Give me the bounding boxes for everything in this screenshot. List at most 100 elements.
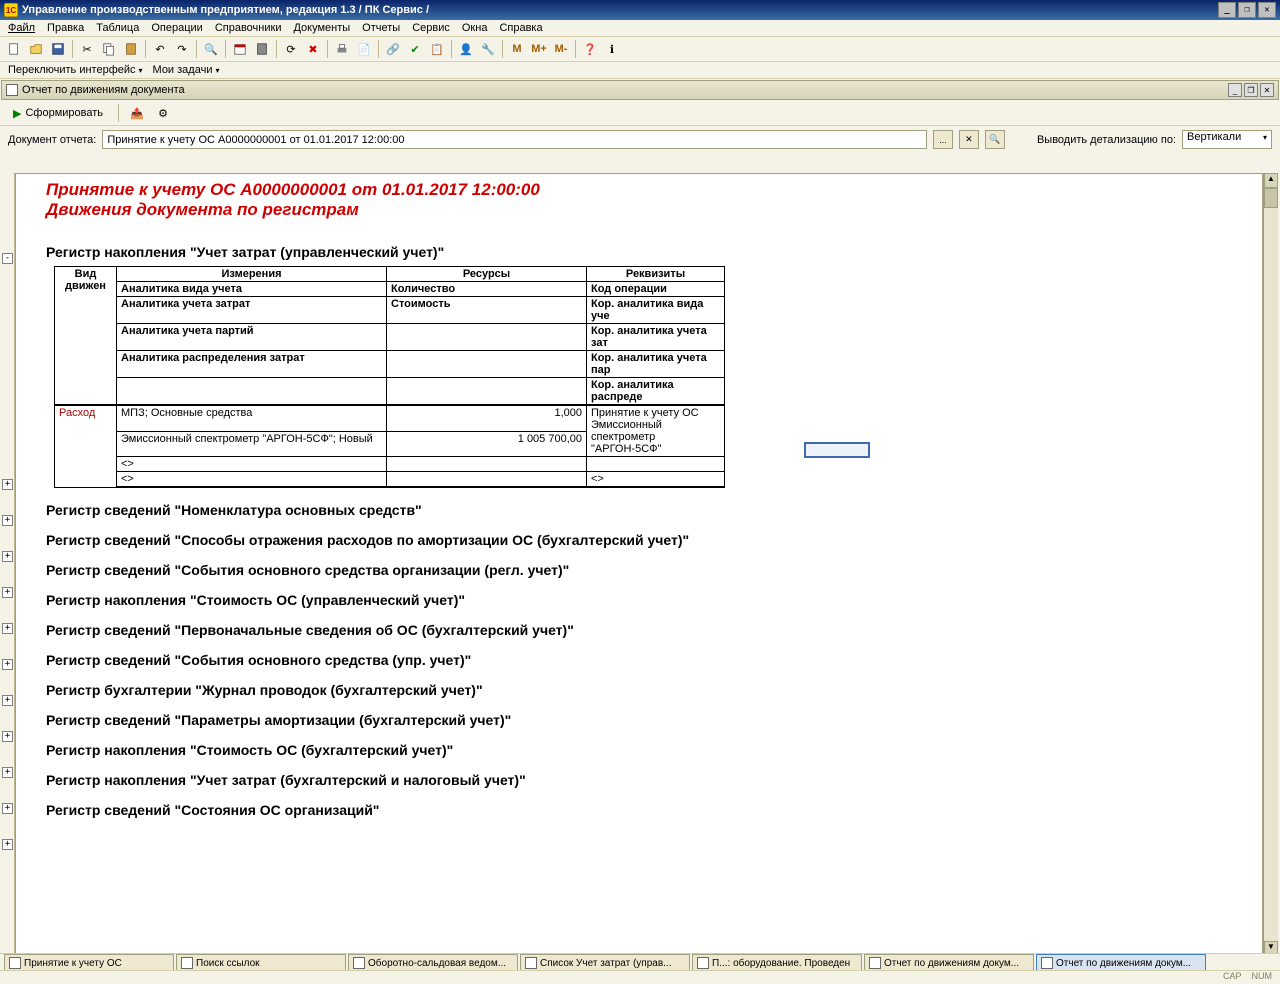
restore-button[interactable]: ❐ [1238, 2, 1256, 18]
redo-icon[interactable]: ↷ [172, 39, 192, 59]
menu-help[interactable]: Справка [499, 22, 542, 34]
scroll-up-button[interactable]: ▲ [1264, 173, 1278, 188]
check-icon[interactable]: ✔ [405, 39, 425, 59]
expand-node[interactable]: + [2, 515, 13, 526]
expand-node[interactable]: + [2, 659, 13, 670]
menu-catalogs[interactable]: Справочники [215, 22, 282, 34]
menu-edit[interactable]: Правка [47, 22, 84, 34]
doc-icon [181, 957, 193, 969]
col-kind: Вид движен [55, 267, 117, 406]
help-icon[interactable]: ❓ [580, 39, 600, 59]
vertical-scrollbar[interactable]: ▲ ▼ [1263, 173, 1278, 956]
refresh-icon[interactable]: ⟳ [281, 39, 301, 59]
scroll-thumb[interactable] [1264, 188, 1278, 208]
export-icon[interactable]: 📤 [127, 103, 147, 123]
statusbar: CAP NUM [0, 970, 1280, 984]
save-icon[interactable] [48, 39, 68, 59]
undo-icon[interactable]: ↶ [150, 39, 170, 59]
menubar: Файл Правка Таблица Операции Справочники… [0, 20, 1280, 37]
expand-node[interactable]: + [2, 767, 13, 778]
paste-icon[interactable] [121, 39, 141, 59]
user-icon[interactable]: 👤 [456, 39, 476, 59]
detail-label: Выводить детализацию по: [1037, 134, 1176, 146]
report-viewport[interactable]: Принятие к учету ОС А0000000001 от 01.01… [15, 173, 1263, 956]
m-minus-button[interactable]: M- [551, 39, 571, 59]
generate-button[interactable]: ▶Сформировать [6, 104, 110, 123]
about-icon[interactable]: ℹ [602, 39, 622, 59]
calc-icon[interactable] [252, 39, 272, 59]
clear-button[interactable]: ✕ [959, 130, 979, 149]
collapse-node[interactable]: - [2, 253, 13, 264]
document-toolbar: ▶Сформировать 📤 ⚙ [0, 101, 1280, 126]
app-title: Управление производственным предприятием… [22, 4, 429, 16]
expand-node[interactable]: + [2, 587, 13, 598]
report-title: Принятие к учету ОС А0000000001 от 01.01… [46, 180, 1232, 200]
doc-icon [869, 957, 881, 969]
find-icon[interactable]: 🔍 [201, 39, 221, 59]
cut-icon[interactable]: ✂ [77, 39, 97, 59]
expand-node[interactable]: + [2, 731, 13, 742]
movement-kind: Расход [55, 405, 117, 487]
tree-gutter: - + + + + + + + + + + + [2, 173, 15, 956]
register-heading: Регистр накопления "Учет затрат (бухгалт… [46, 772, 1232, 788]
stop-icon[interactable]: ✖ [303, 39, 323, 59]
m-plus-button[interactable]: M+ [529, 39, 549, 59]
selection-rectangle[interactable] [804, 442, 870, 458]
post-icon[interactable]: 📋 [427, 39, 447, 59]
expand-node[interactable]: + [2, 695, 13, 706]
col-res: Ресурсы [387, 267, 587, 282]
expand-node[interactable]: + [2, 839, 13, 850]
detail-select[interactable]: Вертикали [1182, 130, 1272, 149]
doc-icon [9, 957, 21, 969]
doc-close-button[interactable]: ✕ [1260, 83, 1274, 97]
col-dims: Измерения [117, 267, 387, 282]
app-icon: 1C [4, 3, 18, 17]
doc-icon [1041, 957, 1053, 969]
document-label: Документ отчета: [8, 134, 96, 146]
menu-service[interactable]: Сервис [412, 22, 450, 34]
menu-file[interactable]: Файл [8, 22, 35, 34]
m-button[interactable]: M [507, 39, 527, 59]
new-icon[interactable] [4, 39, 24, 59]
menu-documents[interactable]: Документы [293, 22, 350, 34]
titlebar: 1C Управление производственным предприят… [0, 0, 1280, 20]
menu-operations[interactable]: Операции [151, 22, 202, 34]
doc-icon [697, 957, 709, 969]
expand-node[interactable]: + [2, 479, 13, 490]
link-icon[interactable]: 🔗 [383, 39, 403, 59]
main-toolbar: ✂ ↶ ↷ 🔍 ⟳ ✖ 📄 🔗 ✔ 📋 👤 🔧 M M+ M- ❓ ℹ [0, 37, 1280, 62]
minimize-button[interactable]: _ [1218, 2, 1236, 18]
switch-interface-dropdown[interactable]: Переключить интерфейс [8, 64, 143, 76]
expand-node[interactable]: + [2, 623, 13, 634]
doc-minimize-button[interactable]: _ [1228, 83, 1242, 97]
print-icon[interactable] [332, 39, 352, 59]
doc-icon [525, 957, 537, 969]
close-button[interactable]: ✕ [1258, 2, 1276, 18]
document-window-title: Отчет по движениям документа [22, 84, 185, 96]
copy-icon[interactable] [99, 39, 119, 59]
menu-reports[interactable]: Отчеты [362, 22, 400, 34]
expand-node[interactable]: + [2, 803, 13, 814]
tool-icon[interactable]: 🔧 [478, 39, 498, 59]
parameter-row: Документ отчета: ... ✕ 🔍 Выводить детали… [0, 126, 1280, 153]
open-icon[interactable] [26, 39, 46, 59]
menu-table[interactable]: Таблица [96, 22, 139, 34]
secondary-toolbar: Переключить интерфейс Мои задачи [0, 62, 1280, 79]
document-window-titlebar: Отчет по движениям документа _ ❐ ✕ [1, 80, 1279, 100]
select-button[interactable]: ... [933, 130, 953, 149]
req-cell: Принятие к учету ОСЭмиссионный спектроме… [587, 405, 725, 457]
expand-node[interactable]: + [2, 551, 13, 562]
register-heading: Регистр накопления "Учет затрат (управле… [46, 244, 1232, 260]
menu-windows[interactable]: Окна [462, 22, 488, 34]
register-heading: Регистр сведений "События основного сред… [46, 652, 1232, 668]
open-doc-button[interactable]: 🔍 [985, 130, 1005, 149]
play-icon: ▶ [13, 107, 21, 120]
doc-restore-button[interactable]: ❐ [1244, 83, 1258, 97]
preview-icon[interactable]: 📄 [354, 39, 374, 59]
my-tasks-dropdown[interactable]: Мои задачи [153, 64, 220, 76]
register-heading: Регистр бухгалтерии "Журнал проводок (бу… [46, 682, 1232, 698]
settings-icon[interactable]: ⚙ [153, 103, 173, 123]
register-heading: Регистр сведений "Параметры амортизации … [46, 712, 1232, 728]
document-input[interactable] [102, 130, 927, 149]
calendar-icon[interactable] [230, 39, 250, 59]
